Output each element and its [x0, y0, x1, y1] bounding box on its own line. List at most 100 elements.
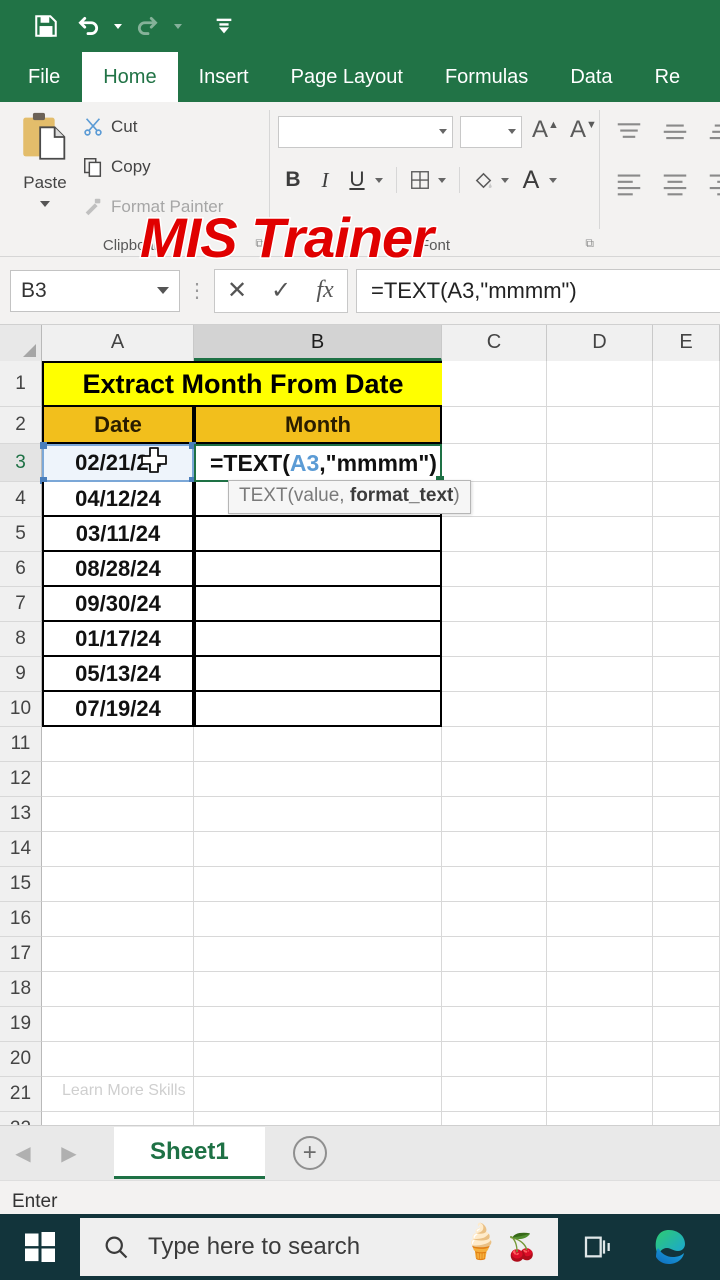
row-header-19[interactable]: 19	[0, 1007, 42, 1042]
cell-b17[interactable]	[194, 937, 442, 972]
cell-b14[interactable]	[194, 832, 442, 867]
row-header-18[interactable]: 18	[0, 972, 42, 1007]
cell-d10[interactable]	[547, 692, 653, 727]
cancel-formula-button[interactable]: ✕	[215, 270, 259, 312]
row-header-14[interactable]: 14	[0, 832, 42, 867]
font-size-dropdown-icon[interactable]	[508, 129, 516, 134]
cell-b13[interactable]	[194, 797, 442, 832]
column-header-a[interactable]: A	[42, 325, 194, 361]
increase-font-size-button[interactable]: A▲	[532, 116, 559, 144]
cell-c13[interactable]	[442, 797, 547, 832]
cell-d18[interactable]	[547, 972, 653, 1007]
cell-d11[interactable]	[547, 727, 653, 762]
cell-a19[interactable]	[42, 1007, 194, 1042]
column-header-e[interactable]: E	[653, 325, 720, 361]
row-header-10[interactable]: 10	[0, 692, 42, 727]
underline-button[interactable]: U	[342, 164, 372, 196]
undo-icon[interactable]	[68, 6, 108, 46]
cell-a1-title[interactable]: Extract Month From Date	[42, 361, 442, 407]
formula-input[interactable]: =TEXT(A3,"mmmm")	[356, 268, 720, 313]
cell-c18[interactable]	[442, 972, 547, 1007]
cell-a7-date[interactable]: 09/30/24	[42, 587, 194, 622]
cell-b19[interactable]	[194, 1007, 442, 1042]
cell-b16[interactable]	[194, 902, 442, 937]
row-header-7[interactable]: 7	[0, 587, 42, 622]
cell-c20[interactable]	[442, 1042, 547, 1077]
cell-d9[interactable]	[547, 657, 653, 692]
decrease-font-size-button[interactable]: A▼	[570, 116, 597, 144]
borders-dropdown-icon[interactable]	[438, 177, 446, 183]
cell-b3-active-formula[interactable]: =TEXT(A3 ,"mmmm")	[194, 444, 444, 484]
cell-a18[interactable]	[42, 972, 194, 1007]
cell-a14[interactable]	[42, 832, 194, 867]
font-color-dropdown-icon[interactable]	[549, 177, 557, 183]
row-header-12[interactable]: 12	[0, 762, 42, 797]
copy-button[interactable]: Copy	[82, 156, 151, 178]
tab-home[interactable]: Home	[82, 52, 178, 102]
cell-b7-month[interactable]	[194, 587, 442, 622]
cell-a17[interactable]	[42, 937, 194, 972]
cell-a13[interactable]	[42, 797, 194, 832]
cell-e15[interactable]	[653, 867, 720, 902]
cell-e10[interactable]	[653, 692, 720, 727]
tab-data[interactable]: Data	[549, 52, 633, 102]
cell-e17[interactable]	[653, 937, 720, 972]
cell-c2[interactable]	[442, 407, 547, 444]
cell-c12[interactable]	[442, 762, 547, 797]
cell-a2-header-date[interactable]: Date	[42, 407, 194, 444]
taskbar-search-box[interactable]: Type here to search 🍦 🍒	[80, 1218, 558, 1276]
cell-e8[interactable]	[653, 622, 720, 657]
undo-dropdown-icon[interactable]	[110, 6, 126, 46]
row-header-5[interactable]: 5	[0, 517, 42, 552]
fill-color-dropdown-icon[interactable]	[501, 177, 509, 183]
cell-d6[interactable]	[547, 552, 653, 587]
cell-d19[interactable]	[547, 1007, 653, 1042]
cell-a9-date[interactable]: 05/13/24	[42, 657, 194, 692]
tab-formulas[interactable]: Formulas	[424, 52, 549, 102]
previous-sheet-icon[interactable]: ◀	[0, 1141, 46, 1166]
cell-a5-date[interactable]: 03/11/24	[42, 517, 194, 552]
column-header-c[interactable]: C	[442, 325, 547, 361]
italic-button[interactable]: I	[310, 164, 340, 196]
tab-review[interactable]: Re	[634, 52, 702, 102]
cell-e7[interactable]	[653, 587, 720, 622]
cell-b8-month[interactable]	[194, 622, 442, 657]
cut-button[interactable]: Cut	[82, 116, 137, 138]
cell-c17[interactable]	[442, 937, 547, 972]
tab-file[interactable]: File	[0, 52, 82, 102]
tab-page-layout[interactable]: Page Layout	[270, 52, 424, 102]
cell-e14[interactable]	[653, 832, 720, 867]
cell-a15[interactable]	[42, 867, 194, 902]
cell-a16[interactable]	[42, 902, 194, 937]
row-header-4[interactable]: 4	[0, 482, 42, 517]
cell-b15[interactable]	[194, 867, 442, 902]
bold-button[interactable]: B	[278, 164, 308, 196]
cell-e20[interactable]	[653, 1042, 720, 1077]
cell-d12[interactable]	[547, 762, 653, 797]
row-header-1[interactable]: 1	[0, 361, 42, 407]
row-header-11[interactable]: 11	[0, 727, 42, 762]
row-header-2[interactable]: 2	[0, 407, 42, 444]
cell-b22[interactable]	[194, 1112, 442, 1125]
insert-function-icon[interactable]: fx	[303, 270, 347, 312]
cell-e11[interactable]	[653, 727, 720, 762]
cell-c7[interactable]	[442, 587, 547, 622]
row-header-13[interactable]: 13	[0, 797, 42, 832]
cell-c21[interactable]	[442, 1077, 547, 1112]
cell-c16[interactable]	[442, 902, 547, 937]
font-name-dropdown-icon[interactable]	[439, 129, 447, 134]
cell-a8-date[interactable]: 01/17/24	[42, 622, 194, 657]
cell-a4-date[interactable]: 04/12/24	[42, 482, 194, 517]
cell-c5[interactable]	[442, 517, 547, 552]
cell-a20[interactable]	[42, 1042, 194, 1077]
cell-e13[interactable]	[653, 797, 720, 832]
cell-b18[interactable]	[194, 972, 442, 1007]
row-header-9[interactable]: 9	[0, 657, 42, 692]
cell-d4[interactable]	[547, 482, 653, 517]
column-header-d[interactable]: D	[547, 325, 653, 361]
font-name-input[interactable]	[278, 116, 453, 148]
cell-d5[interactable]	[547, 517, 653, 552]
cell-c6[interactable]	[442, 552, 547, 587]
row-header-16[interactable]: 16	[0, 902, 42, 937]
cell-d2[interactable]	[547, 407, 653, 444]
